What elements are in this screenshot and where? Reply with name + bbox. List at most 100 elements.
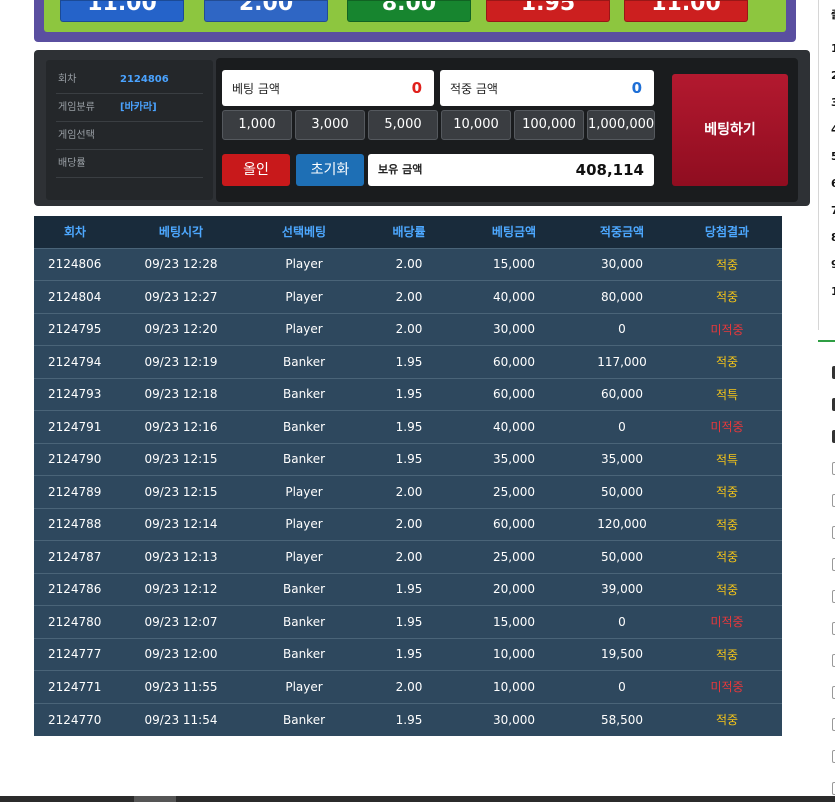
cell-selection: Banker	[246, 377, 362, 411]
col-selection: 선택베팅	[246, 216, 362, 248]
cell-win-amount: 0	[572, 605, 672, 638]
cell-round: 2124788	[34, 507, 116, 541]
balance-field: 보유 금액 408,114	[368, 154, 654, 186]
table-row: 2124786 09/23 12:12 Banker 1.95 20,000 39,000…	[34, 572, 782, 606]
chip-100000[interactable]: 100,000	[514, 110, 584, 140]
side-item: 7	[831, 204, 835, 217]
side-item: 1	[831, 285, 835, 298]
balance-value: 408,114	[575, 161, 644, 179]
cell-win-amount: 0	[572, 670, 672, 703]
cell-round: 2124786	[34, 572, 116, 606]
cell-win-amount: 60,000	[572, 377, 672, 411]
cell-selection: Banker	[246, 702, 362, 736]
cell-round: 2124791	[34, 410, 116, 443]
win-amount-label: 적중 금액	[450, 82, 498, 96]
cell-bet-time: 09/23 12:15	[116, 442, 246, 476]
cell-bet-amount: 40,000	[456, 410, 572, 443]
cell-rate: 2.00	[362, 670, 456, 703]
cell-round: 2124771	[34, 670, 116, 703]
chip-5000[interactable]: 5,000	[368, 110, 438, 140]
cell-bet-time: 09/23 12:19	[116, 345, 246, 378]
col-result: 당첨결과	[672, 216, 782, 248]
cell-bet-amount: 15,000	[456, 247, 572, 281]
table-row: 2124795 09/23 12:20 Player 2.00 30,000 0 미적중	[34, 312, 782, 346]
cell-result: 미적중	[672, 605, 782, 638]
odds-button-1[interactable]: 11.00	[60, 0, 184, 22]
cell-round: 2124787	[34, 540, 116, 573]
info-row-category: 게임분류 [바카라]	[56, 94, 203, 122]
category-value: [바카라]	[120, 102, 157, 113]
table-row: 2124791 09/23 12:16 Banker 1.95 40,000 0 미적중	[34, 410, 782, 443]
bet-amount-field[interactable]: 베팅 금액 0	[222, 70, 434, 106]
win-amount-value: 0	[631, 79, 642, 97]
odds-button-3[interactable]: 8.00	[347, 0, 471, 22]
table-row: 2124790 09/23 12:15 Banker 1.95 35,000 35,000…	[34, 442, 782, 476]
bottom-bar	[0, 796, 835, 802]
cell-rate: 1.95	[362, 377, 456, 411]
category-label: 게임분류	[58, 102, 95, 113]
col-win-amount: 적중금액	[572, 216, 672, 248]
cell-round: 2124794	[34, 345, 116, 378]
cell-round: 2124777	[34, 637, 116, 671]
place-bet-button[interactable]: 베팅하기	[672, 74, 788, 186]
cell-rate: 1.95	[362, 345, 456, 378]
chip-3000[interactable]: 3,000	[295, 110, 365, 140]
cell-result: 적중	[672, 247, 782, 281]
cell-bet-amount: 10,000	[456, 637, 572, 671]
cell-result: 적특	[672, 442, 782, 476]
game-info-box: 회차 2124806 게임분류 [바카라] 게임선택 배당률	[46, 60, 213, 200]
table-row: 2124770 09/23 11:54 Banker 1.95 30,000 58,500…	[34, 702, 782, 736]
cell-selection: Banker	[246, 572, 362, 606]
cell-result: 적중	[672, 702, 782, 736]
cell-rate: 1.95	[362, 572, 456, 606]
bottom-tab[interactable]	[134, 796, 176, 802]
chip-10000[interactable]: 10,000	[441, 110, 511, 140]
table-row: 2124780 09/23 12:07 Banker 1.95 15,000 0 미적중	[34, 605, 782, 638]
cell-rate: 1.95	[362, 702, 456, 736]
cell-rate: 2.00	[362, 312, 456, 346]
info-row-selection: 게임선택	[56, 122, 203, 150]
round-label: 회차	[58, 74, 77, 85]
win-amount-field: 적중 금액 0	[440, 70, 654, 106]
odds-button-2[interactable]: 2.00	[204, 0, 328, 22]
cell-rate: 2.00	[362, 280, 456, 313]
odds-button-5[interactable]: 11.00	[624, 0, 748, 22]
side-item: 8	[831, 231, 835, 244]
side-item: 9	[831, 258, 835, 271]
side-divider	[818, 340, 835, 342]
cell-win-amount: 35,000	[572, 442, 672, 476]
cell-selection: Banker	[246, 605, 362, 638]
cell-selection: Player	[246, 280, 362, 313]
table-row: 2124806 09/23 12:28 Player 2.00 15,000 30,000…	[34, 247, 782, 281]
reset-button[interactable]: 초기화	[296, 154, 364, 186]
table-row: 2124787 09/23 12:13 Player 2.00 25,000 50,000…	[34, 540, 782, 573]
cell-bet-amount: 35,000	[456, 442, 572, 476]
page-root: { "odds": [ {"label": "11.00", "color": …	[0, 0, 835, 802]
odds-button-4[interactable]: 1.95	[486, 0, 610, 22]
cell-result: 적중	[672, 280, 782, 313]
selection-label: 게임선택	[58, 130, 95, 141]
cell-win-amount: 117,000	[572, 345, 672, 378]
side-item: 2	[831, 69, 835, 82]
info-row-rate: 배당률	[56, 150, 203, 178]
side-item: 3	[831, 96, 835, 109]
cell-round: 2124795	[34, 312, 116, 346]
bet-controls: 베팅 금액 0 적중 금액 0 1,000 3,000 5,000 10,000…	[216, 58, 798, 202]
chip-1000[interactable]: 1,000	[222, 110, 292, 140]
side-item: 4	[831, 123, 835, 136]
cell-rate: 2.00	[362, 540, 456, 573]
bet-history-table: 회차 베팅시각 선택베팅 배당률 베팅금액 적중금액 당첨결과 2124806 0…	[34, 216, 782, 736]
cell-round: 2124793	[34, 377, 116, 411]
cell-rate: 2.00	[362, 507, 456, 541]
cell-selection: Player	[246, 507, 362, 541]
cell-bet-time: 09/23 12:12	[116, 572, 246, 606]
cell-selection: Player	[246, 312, 362, 346]
side-results-box: 출 1 2 3 4 5 6 7 8 9 1	[818, 0, 835, 330]
all-in-button[interactable]: 올인	[222, 154, 290, 186]
cell-bet-time: 09/23 12:15	[116, 475, 246, 508]
bet-amount-label: 베팅 금액	[232, 82, 280, 96]
chip-1000000[interactable]: 1,000,000	[587, 110, 655, 140]
cell-bet-amount: 60,000	[456, 377, 572, 411]
cell-round: 2124806	[34, 247, 116, 281]
cell-rate: 1.95	[362, 442, 456, 476]
